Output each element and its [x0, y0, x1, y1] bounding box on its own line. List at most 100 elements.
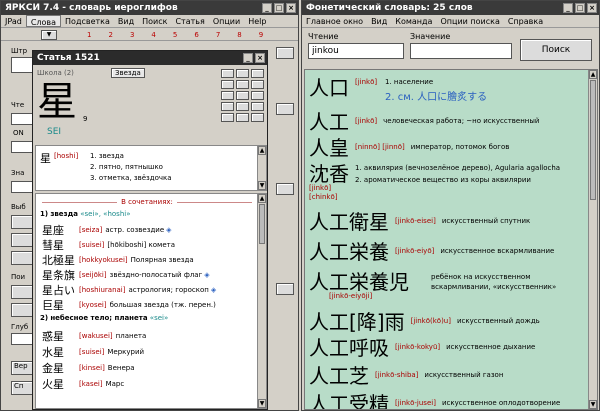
- num-4[interactable]: 4: [151, 31, 155, 39]
- side-box-3[interactable]: [11, 141, 33, 153]
- phonetic-titlebar[interactable]: Фонетический словарь: 25 слов _ □ ×: [302, 1, 599, 15]
- phon-menu-help[interactable]: Справка: [504, 15, 547, 27]
- side-button-5[interactable]: [11, 303, 33, 317]
- comb-row[interactable]: 星占い [hoshiuranai] астрология; гороскоп ◈: [42, 282, 216, 298]
- nav-btn[interactable]: [221, 69, 234, 78]
- num-1[interactable]: 1: [87, 31, 91, 39]
- maximize-icon[interactable]: □: [274, 3, 284, 13]
- scroll-up-icon[interactable]: ▲: [258, 146, 266, 155]
- search-button[interactable]: Поиск: [520, 39, 592, 61]
- result-row[interactable]: 人口 [jinkō] 1. население 2. см. 人口に膾炙する: [309, 72, 487, 103]
- phon-menu-view[interactable]: Вид: [367, 15, 391, 27]
- comb-row[interactable]: 星座 [seiza] астр. созвездие ◈: [42, 222, 172, 238]
- menu-search[interactable]: Поиск: [138, 15, 171, 27]
- menu-article[interactable]: Статья: [171, 15, 208, 27]
- nav-btn[interactable]: [251, 91, 264, 100]
- value-input[interactable]: [410, 43, 512, 59]
- comb-row[interactable]: 惑星 [wakusei] планета: [42, 328, 146, 344]
- dropdown-button[interactable]: ▼: [41, 29, 57, 40]
- num-7[interactable]: 7: [216, 31, 220, 39]
- result-row[interactable]: 人工[降]雨 [jinkō(kō)u] искусственный дождь: [309, 306, 540, 335]
- meaning-scrollbar[interactable]: ▲ ▼: [257, 146, 266, 190]
- nav-btn[interactable]: [221, 102, 234, 111]
- side-button-1[interactable]: [11, 215, 33, 229]
- comb-scroll-thumb[interactable]: [259, 204, 265, 244]
- comb-row[interactable]: 彗星 [suisei] [hōkiboshi] комета: [42, 237, 175, 253]
- phon-menu-main[interactable]: Главное окно: [302, 15, 367, 27]
- phon-menu-command[interactable]: Команда: [391, 15, 436, 27]
- nav-btn[interactable]: [221, 113, 234, 122]
- menu-words[interactable]: Слова: [25, 15, 62, 27]
- right-btn-3[interactable]: [276, 183, 294, 195]
- menu-options[interactable]: Опции: [209, 15, 244, 27]
- minimize-icon[interactable]: _: [262, 3, 272, 13]
- side-button-ver[interactable]: Вер: [11, 361, 33, 375]
- menu-jpad[interactable]: JPad: [1, 15, 26, 27]
- combinations-scrollbar[interactable]: ▲ ▼: [257, 194, 266, 408]
- results-scroll-up-icon[interactable]: ▲: [589, 70, 597, 79]
- nav-btn[interactable]: [236, 102, 249, 111]
- nav-btn[interactable]: [251, 113, 264, 122]
- right-btn-4[interactable]: [276, 283, 294, 295]
- comb-scroll-up-icon[interactable]: ▲: [258, 194, 266, 203]
- right-btn-1[interactable]: [276, 47, 294, 59]
- right-btn-2[interactable]: [276, 103, 294, 115]
- comb-row[interactable]: 星条旗 [seijōki] звёздно-полосатый флаг ◈: [42, 267, 210, 283]
- results-scroll-thumb[interactable]: [590, 80, 596, 200]
- result-row[interactable]: 人工受精 [jinkō-jusei] искусственное оплодот…: [309, 388, 560, 409]
- results-scroll-down-icon[interactable]: ▼: [589, 400, 597, 409]
- comb-scroll-down-icon[interactable]: ▼: [258, 399, 266, 408]
- article-close-icon[interactable]: ×: [255, 53, 265, 63]
- phon-close-icon[interactable]: ×: [587, 3, 597, 13]
- result-row[interactable]: 人工栄養児 [jinkō-eiyōji] ребёнок на искусств…: [309, 266, 593, 302]
- menu-highlight[interactable]: Подсветка: [61, 15, 114, 27]
- num-2[interactable]: 2: [108, 31, 112, 39]
- nav-btn[interactable]: [251, 80, 264, 89]
- comb-row[interactable]: 巨星 [kyosei] большая звезда (тж. перен.): [42, 297, 216, 313]
- side-box-1[interactable]: [11, 57, 33, 73]
- side-button-sp[interactable]: Сп: [11, 381, 33, 395]
- comb-row[interactable]: 火星 [kasei] Марс: [42, 376, 124, 392]
- phon-maximize-icon[interactable]: □: [575, 3, 585, 13]
- scroll-down-icon[interactable]: ▼: [258, 181, 266, 190]
- nav-btn[interactable]: [236, 69, 249, 78]
- result-row[interactable]: 人工芝 [jinkō-shiba] искусственный газон: [309, 360, 503, 389]
- nav-btn[interactable]: [236, 113, 249, 122]
- link-icon[interactable]: ◈: [211, 286, 216, 294]
- side-box-2[interactable]: [11, 113, 33, 125]
- result-row[interactable]: 人工衛星 [jinkō-eisei] искусственный спутник: [309, 206, 530, 235]
- menu-view[interactable]: Вид: [114, 15, 138, 27]
- side-button-3[interactable]: [11, 251, 33, 265]
- num-9[interactable]: 9: [259, 31, 263, 39]
- side-button-4[interactable]: [11, 285, 33, 299]
- nav-btn[interactable]: [251, 69, 264, 78]
- result-row[interactable]: 沈香 [jinkō] [chinkō] 1. аквилярия (вечноз…: [309, 158, 593, 201]
- side-button-2[interactable]: [11, 233, 33, 247]
- close-icon[interactable]: ×: [286, 3, 296, 13]
- meaning-tab[interactable]: Звезда: [111, 68, 145, 78]
- num-5[interactable]: 5: [173, 31, 177, 39]
- num-8[interactable]: 8: [237, 31, 241, 39]
- num-6[interactable]: 6: [194, 31, 198, 39]
- comb-row[interactable]: 金星 [kinsei] Венера: [42, 360, 135, 376]
- link-icon[interactable]: ◈: [204, 271, 209, 279]
- side-box-5[interactable]: [11, 333, 33, 345]
- phon-menu-search-options[interactable]: Опции поиска: [436, 15, 503, 27]
- result-row[interactable]: 人工 [jinkō] человеческая работа; ~но иску…: [309, 106, 539, 135]
- nav-btn[interactable]: [236, 80, 249, 89]
- link-icon[interactable]: ◈: [166, 226, 171, 234]
- result-row[interactable]: 人工栄養 [jinkō-eiyō] искусственное вскармли…: [309, 236, 554, 265]
- article-titlebar[interactable]: Статья 1521 _ ×: [33, 51, 267, 65]
- article-minimize-icon[interactable]: _: [243, 53, 253, 63]
- comb-row[interactable]: 水星 [suisei] Меркурий: [42, 344, 144, 360]
- num-3[interactable]: 3: [130, 31, 134, 39]
- menu-help[interactable]: Help: [244, 15, 270, 27]
- nav-btn[interactable]: [221, 91, 234, 100]
- main-window-titlebar[interactable]: ЯРКСИ 7.4 - словарь иероглифов _ □ ×: [1, 1, 298, 15]
- result-row[interactable]: 人皇 [ninnō] [jinnō] император, потомок бо…: [309, 132, 509, 161]
- nav-btn[interactable]: [251, 102, 264, 111]
- nav-btn[interactable]: [221, 80, 234, 89]
- results-scrollbar[interactable]: ▲ ▼: [588, 70, 597, 409]
- nav-btn[interactable]: [236, 91, 249, 100]
- reading-input[interactable]: [308, 43, 404, 59]
